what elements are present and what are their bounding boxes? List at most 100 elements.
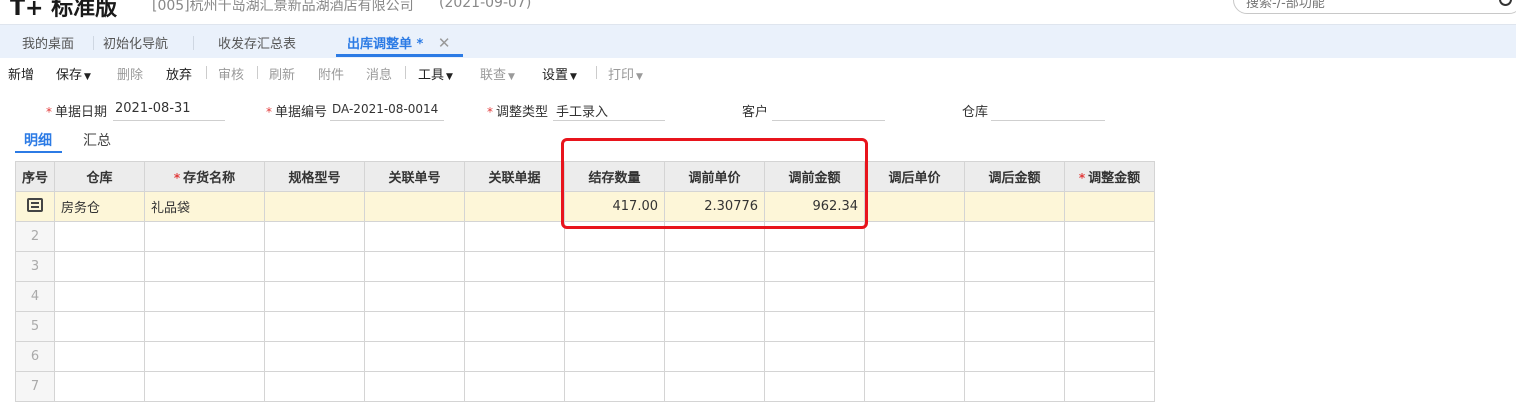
table-row[interactable]: 6 — [14, 341, 1156, 372]
print-label: 打印 — [608, 68, 635, 83]
required-mark: * — [173, 171, 181, 185]
cell-ref-no[interactable] — [364, 191, 466, 222]
tab-separator — [193, 36, 194, 50]
audit-button[interactable]: 审核 — [218, 64, 244, 83]
attachment-button[interactable]: 附件 — [318, 64, 344, 83]
cell-ref-doc[interactable] — [464, 191, 566, 222]
row-menu-cell[interactable] — [14, 191, 56, 222]
tab-inventory-summary[interactable]: 收发存汇总表 — [218, 33, 296, 52]
table-row[interactable]: 房务仓 礼品袋 417.00 2.30776 962.34 — [14, 191, 1156, 222]
search-icon[interactable] — [1499, 0, 1512, 6]
warehouse-field[interactable] — [991, 120, 1105, 121]
chevron-down-icon: ▼ — [446, 72, 453, 82]
col-stock-qty[interactable]: 结存数量 — [564, 161, 666, 192]
table-row[interactable]: 5 — [14, 311, 1156, 342]
function-search[interactable] — [1233, 0, 1516, 14]
tab-outbound-adjustment[interactable]: 出库调整单 * ✕ — [347, 33, 450, 52]
required-mark: * — [1078, 171, 1086, 185]
col-seq: 序号 — [14, 161, 56, 192]
customer-label: 客户 — [742, 105, 769, 120]
tab-init-navigation[interactable]: 初始化导航 — [103, 33, 168, 52]
table-row[interactable]: 7 — [14, 371, 1156, 402]
company-name: [005]杭州千岛湖汇景新品湖酒店有限公司 — [152, 0, 414, 14]
cell-stock-qty[interactable]: 417.00 — [564, 191, 666, 222]
subtab-detail[interactable]: 明细 — [24, 130, 52, 150]
toolbar-separator — [206, 66, 207, 79]
cell-post-amount[interactable] — [964, 191, 1066, 222]
row-number: 2 — [14, 221, 56, 252]
col-adjust-amount-label: 调整金额 — [1088, 171, 1141, 186]
doc-no-field[interactable]: DA-2021-08-0014 — [332, 102, 438, 116]
adjust-type-field[interactable]: 手工录入 — [556, 101, 608, 120]
required-mark: * — [266, 105, 272, 119]
col-spec[interactable]: 规格型号 — [264, 161, 366, 192]
doc-date-label: * 单据日期 — [46, 101, 107, 120]
doc-date-field[interactable]: 2021-08-31 — [115, 101, 191, 116]
col-post-amount[interactable]: 调后金额 — [964, 161, 1066, 192]
toolbar-separator — [405, 66, 406, 79]
save-label: 保存 — [56, 68, 83, 83]
chevron-down-icon: ▼ — [570, 72, 577, 82]
row-number: 6 — [14, 341, 56, 372]
settings-button[interactable]: 设置 ▼ — [542, 64, 577, 83]
col-ref-no[interactable]: 关联单号 — [364, 161, 466, 192]
subtab-indicator — [15, 151, 62, 153]
col-warehouse[interactable]: 仓库 — [54, 161, 146, 192]
close-tab-icon[interactable]: ✕ — [438, 34, 451, 52]
search-input[interactable] — [1244, 0, 1488, 12]
chevron-down-icon: ▼ — [84, 72, 91, 82]
cell-spec[interactable] — [264, 191, 366, 222]
cell-adjust-amount[interactable] — [1064, 191, 1156, 222]
row-number: 3 — [14, 251, 56, 282]
query-button[interactable]: 联查 ▼ — [480, 64, 515, 83]
adjust-type-label-text: 调整类型 — [496, 105, 549, 120]
subtab-summary[interactable]: 汇总 — [83, 130, 111, 150]
required-mark: * — [487, 105, 493, 119]
tools-label: 工具 — [418, 68, 445, 83]
cell-item-name[interactable]: 礼品袋 — [144, 191, 266, 222]
tab-outbound-adjustment-label: 出库调整单 * — [347, 37, 424, 52]
row-number: 5 — [14, 311, 56, 342]
doc-no-label: * 单据编号 — [266, 101, 327, 120]
cell-post-unit-price[interactable] — [864, 191, 966, 222]
adjust-type-underline — [553, 120, 665, 121]
row-menu-icon[interactable] — [27, 197, 43, 212]
toolbar-separator — [257, 66, 258, 79]
doc-date-underline — [113, 120, 225, 121]
table-row[interactable]: 4 — [14, 281, 1156, 312]
row-number: 4 — [14, 281, 56, 312]
message-button[interactable]: 消息 — [366, 64, 392, 83]
active-tab-indicator — [336, 54, 463, 57]
delete-button[interactable]: 删除 — [117, 64, 143, 83]
detail-grid: 序号 仓库 * 存货名称 规格型号 关联单号 关联单据 结存数量 调前单价 调前金… — [14, 161, 1156, 402]
cell-warehouse[interactable]: 房务仓 — [54, 191, 146, 222]
col-pre-unit-price[interactable]: 调前单价 — [664, 161, 766, 192]
chevron-down-icon: ▼ — [636, 72, 643, 82]
cell-pre-amount[interactable]: 962.34 — [764, 191, 866, 222]
tab-separator — [93, 36, 94, 50]
print-button[interactable]: 打印 ▼ — [608, 64, 643, 83]
customer-field[interactable] — [772, 120, 885, 121]
col-item-name-label: 存货名称 — [183, 171, 236, 186]
tools-button[interactable]: 工具 ▼ — [418, 64, 453, 83]
save-button[interactable]: 保存 ▼ — [56, 64, 91, 83]
tab-my-desktop[interactable]: 我的桌面 — [22, 33, 74, 52]
adjust-type-label: * 调整类型 — [487, 101, 548, 120]
toolbar-separator — [596, 66, 597, 79]
login-date: (2021-09-07) — [439, 0, 532, 11]
new-button[interactable]: 新增 — [8, 64, 34, 83]
warehouse-label: 仓库 — [962, 105, 989, 120]
table-row[interactable]: 2 — [14, 221, 1156, 252]
cell-pre-unit-price[interactable]: 2.30776 — [664, 191, 766, 222]
col-adjust-amount[interactable]: * 调整金额 — [1064, 161, 1156, 192]
col-pre-amount[interactable]: 调前金额 — [764, 161, 866, 192]
table-row[interactable]: 3 — [14, 251, 1156, 282]
col-post-unit-price[interactable]: 调后单价 — [864, 161, 966, 192]
discard-button[interactable]: 放弃 — [166, 64, 192, 83]
grid-header-row: 序号 仓库 * 存货名称 规格型号 关联单号 关联单据 结存数量 调前单价 调前金… — [14, 161, 1156, 192]
settings-label: 设置 — [542, 68, 569, 83]
col-ref-doc[interactable]: 关联单据 — [464, 161, 566, 192]
refresh-button[interactable]: 刷新 — [269, 64, 295, 83]
col-item-name[interactable]: * 存货名称 — [144, 161, 266, 192]
required-mark: * — [46, 105, 52, 119]
